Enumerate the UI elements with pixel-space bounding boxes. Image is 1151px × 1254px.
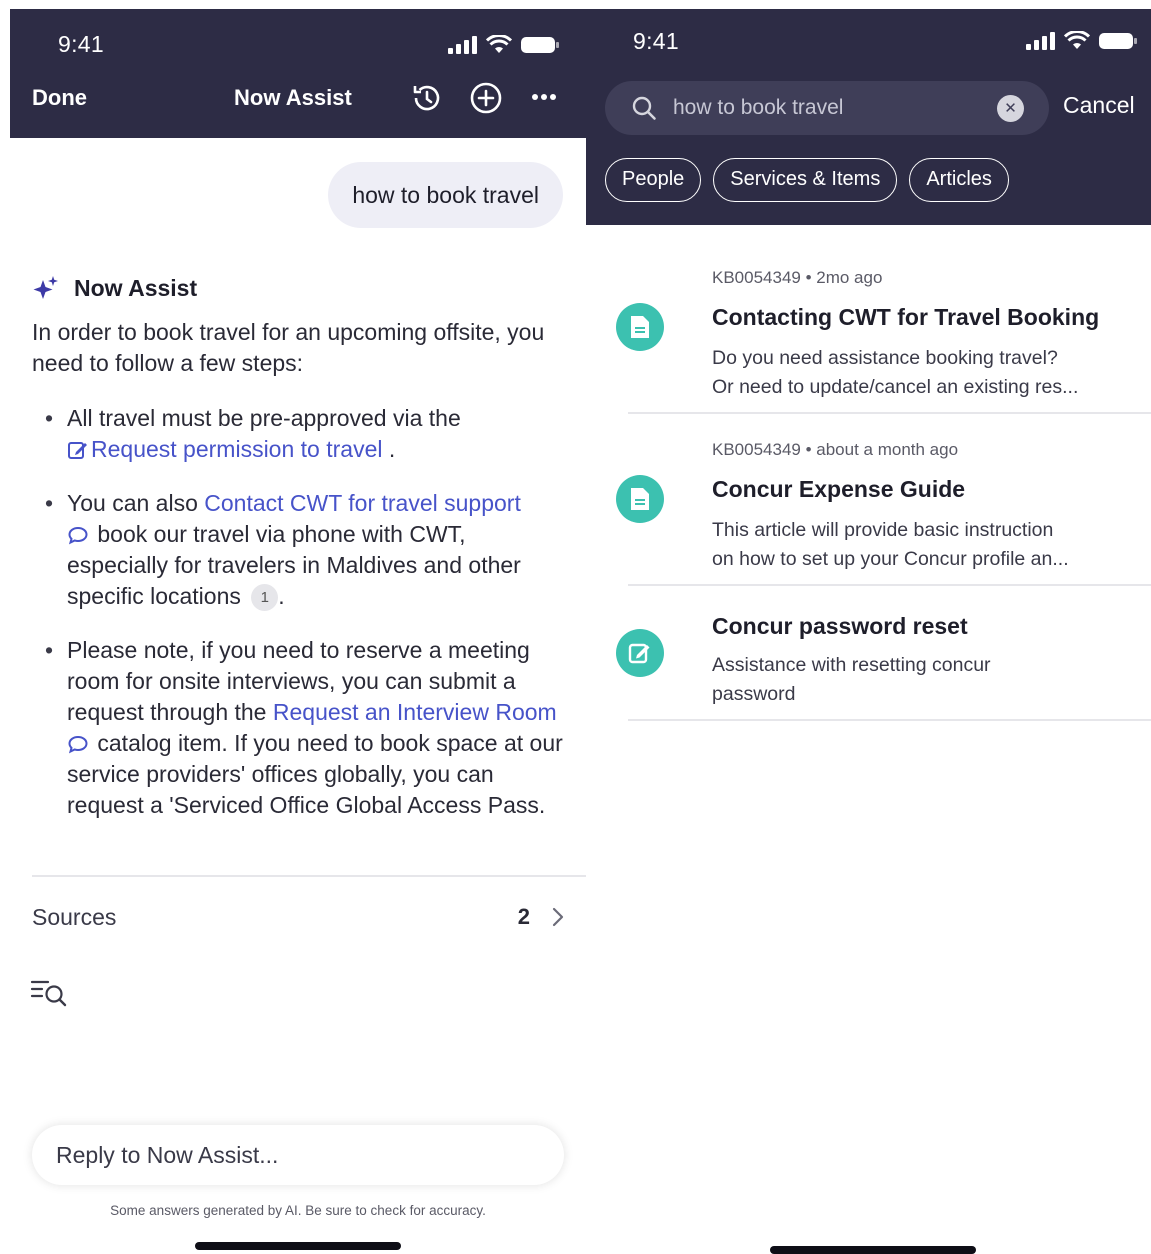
chat-bubble-icon[interactable] — [67, 525, 89, 545]
description-line: Assistance with resetting concur — [712, 654, 991, 676]
result-description: Assistance with resetting concur passwor… — [712, 651, 1132, 708]
now-assist-screen: 9:41 Done Now Assist how to book travel … — [10, 9, 586, 1254]
done-button[interactable]: Done — [32, 85, 87, 111]
status-time: 9:41 — [58, 31, 104, 57]
citation-badge[interactable]: 1 — [251, 584, 279, 611]
filter-chips: People Services & Items Articles — [605, 158, 1009, 202]
link-text[interactable]: Request an Interview Room — [273, 699, 557, 725]
cancel-button[interactable]: Cancel — [1063, 92, 1135, 119]
description-line: Do you need assistance booking travel? — [712, 347, 1058, 369]
wifi-icon — [1064, 31, 1090, 49]
contact-cwt-link[interactable]: Contact CWT for travel support — [204, 490, 521, 516]
assistant-answer: In order to book travel for an upcoming … — [32, 317, 572, 844]
chat-title: Now Assist — [234, 85, 352, 110]
result-title: Contacting CWT for Travel Booking — [712, 304, 1100, 330]
chat-bubble-icon — [68, 735, 88, 754]
filter-chip-articles[interactable]: Articles — [909, 158, 1009, 202]
answer-steps: All travel must be pre-approved via the … — [32, 403, 572, 821]
signal-icon — [1026, 31, 1055, 50]
result-meta: KB0054349 • 2mo ago — [712, 268, 883, 287]
new-chat-icon[interactable] — [469, 81, 503, 115]
answer-step: You can also Contact CWT for travel supp… — [32, 488, 572, 612]
result-description: Do you need assistance booking travel? O… — [712, 344, 1132, 401]
status-time: 9:41 — [633, 28, 679, 54]
document-icon — [616, 475, 664, 523]
edit-link-icon — [68, 442, 87, 459]
step-text: book our travel via phone with CWT, espe… — [67, 521, 521, 609]
user-message-bubble: how to book travel — [328, 162, 563, 228]
sparkle-icon — [33, 276, 58, 299]
home-indicator — [770, 1246, 976, 1254]
search-result[interactable]: KB0054349 • about a month ago Concur Exp… — [586, 424, 1151, 585]
search-screen: 9:41 how to book travel ✕ Cancel People … — [586, 9, 1151, 1254]
battery-icon — [521, 36, 559, 53]
edit-icon — [616, 629, 664, 677]
description-line: password — [712, 682, 796, 705]
request-permission-link[interactable]: Request permission to travel — [67, 436, 382, 462]
wifi-icon — [486, 35, 512, 53]
chevron-right-icon — [552, 907, 564, 927]
status-icons — [448, 35, 560, 54]
description-line: This article will provide basic instruct… — [712, 519, 1054, 541]
step-text: All travel must be pre-approved via the — [67, 405, 461, 431]
status-icons — [1026, 31, 1138, 50]
result-title: Concur Expense Guide — [712, 476, 966, 502]
result-title: Concur password reset — [712, 613, 968, 639]
search-header: 9:41 how to book travel ✕ Cancel People … — [586, 9, 1151, 225]
more-options-icon[interactable] — [531, 93, 557, 101]
divider — [628, 412, 1151, 414]
link-text[interactable]: Request permission to travel — [91, 436, 382, 462]
description-line: on how to set up your Concur profile an.… — [712, 547, 1069, 570]
search-field[interactable]: how to book travel ✕ — [605, 81, 1049, 135]
battery-icon — [1099, 32, 1137, 49]
result-meta: KB0054349 • about a month ago — [712, 440, 959, 459]
document-icon — [616, 303, 664, 351]
answer-step: Please note, if you need to reserve a me… — [32, 635, 572, 821]
history-icon[interactable] — [410, 81, 444, 115]
filter-chip-people[interactable]: People — [605, 158, 702, 202]
search-query[interactable]: how to book travel — [673, 96, 997, 120]
sources-label: Sources — [32, 903, 117, 930]
assistant-header: Now Assist — [32, 274, 197, 302]
clear-search-icon[interactable]: ✕ — [997, 94, 1024, 122]
step-end: . — [388, 436, 396, 462]
divider — [628, 584, 1151, 586]
answer-intro: In order to book travel for an upcoming … — [32, 319, 545, 376]
answer-step: All travel must be pre-approved via the … — [32, 403, 572, 465]
signal-icon — [448, 35, 477, 54]
sources-row[interactable]: Sources 2 — [32, 897, 564, 937]
description-line: Or need to update/cancel an existing res… — [712, 375, 1079, 398]
step-end: . — [278, 583, 285, 609]
filter-chip-services-items[interactable]: Services & Items — [713, 158, 898, 202]
sources-count: 2 — [517, 904, 530, 929]
search-result[interactable]: Concur password reset Assistance with re… — [586, 596, 1151, 720]
home-indicator — [195, 1242, 401, 1250]
divider — [32, 875, 586, 877]
step-text: You can also — [67, 490, 198, 516]
chat-header: 9:41 Done Now Assist — [10, 9, 586, 138]
divider — [628, 719, 1151, 721]
reply-input[interactable]: Reply to Now Assist... — [32, 1125, 564, 1185]
assistant-name: Now Assist — [74, 274, 198, 301]
result-description: This article will provide basic instruct… — [712, 516, 1132, 573]
search-result[interactable]: KB0054349 • 2mo ago Contacting CWT for T… — [586, 252, 1151, 413]
search-icon — [632, 96, 656, 120]
ai-disclaimer: Some answers generated by AI. Be sure to… — [110, 1203, 486, 1218]
step-text: catalog item. If you need to book space … — [67, 730, 563, 818]
search-list-icon[interactable] — [30, 977, 70, 1014]
